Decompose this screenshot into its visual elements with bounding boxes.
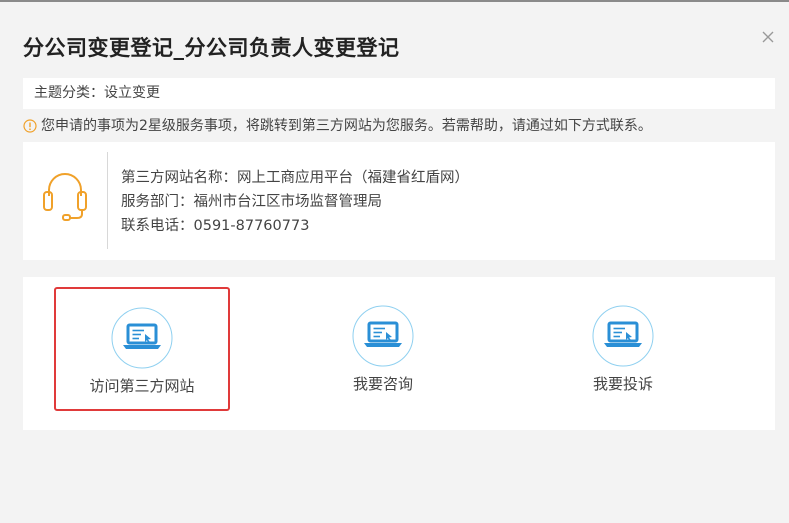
close-icon bbox=[762, 31, 774, 43]
dialog: 分公司变更登记_分公司负责人变更登记 主题分类：设立变更 您申请的事项为2星级服… bbox=[0, 0, 789, 523]
contact-info: 第三方网站名称：网上工商应用平台（福建省红盾网） 服务部门：福州市台江区市场监督… bbox=[121, 166, 469, 238]
dialog-title: 分公司变更登记_分公司负责人变更登记 bbox=[23, 36, 400, 60]
action-label: 访问第三方网站 bbox=[89, 377, 195, 395]
contact-card: 第三方网站名称：网上工商应用平台（福建省红盾网） 服务部门：福州市台江区市场监督… bbox=[23, 142, 775, 260]
notice: 您申请的事项为2星级服务事项，将跳转到第三方网站为您服务。若需帮助，请通过如下方… bbox=[23, 116, 652, 136]
service-department: 服务部门：福州市台江区市场监督管理局 bbox=[121, 194, 382, 210]
contact-divider bbox=[107, 152, 108, 249]
notice-text: 您申请的事项为2星级服务事项，将跳转到第三方网站为您服务。若需帮助，请通过如下方… bbox=[41, 118, 652, 134]
site-name: 第三方网站名称：网上工商应用平台（福建省红盾网） bbox=[121, 170, 469, 186]
category-bar: 主题分类：设立变更 bbox=[23, 78, 775, 109]
contact-phone: 联系电话：0591-87760773 bbox=[121, 218, 310, 234]
complaint-button[interactable]: 我要投诉 bbox=[535, 287, 711, 411]
action-label: 我要咨询 bbox=[352, 375, 413, 393]
laptop-icon bbox=[592, 305, 654, 367]
visit-third-party-site-button[interactable]: 访问第三方网站 bbox=[54, 287, 230, 411]
actions-card: 访问第三方网站 我要咨询 我要投诉 bbox=[23, 277, 775, 430]
headset-icon bbox=[43, 173, 87, 221]
close-button[interactable] bbox=[759, 28, 777, 46]
laptop-icon bbox=[111, 307, 173, 369]
laptop-icon bbox=[352, 305, 414, 367]
info-circle-icon bbox=[23, 119, 37, 133]
action-label: 我要投诉 bbox=[592, 375, 653, 393]
consult-button[interactable]: 我要咨询 bbox=[295, 287, 471, 411]
